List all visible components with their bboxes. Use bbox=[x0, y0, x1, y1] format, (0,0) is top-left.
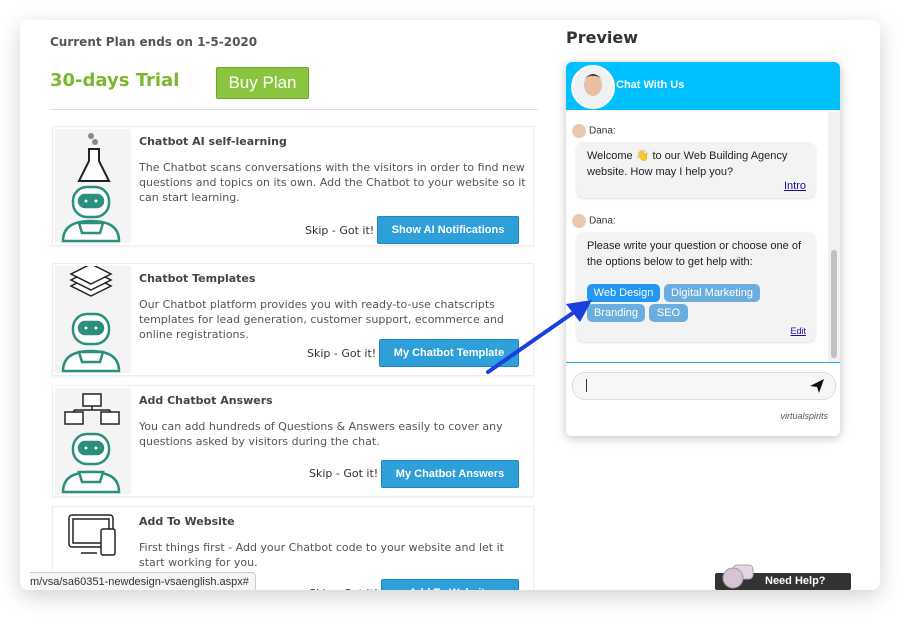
my-chatbot-answers-button[interactable]: My Chatbot Answers bbox=[381, 460, 519, 488]
card-title: Chatbot Templates bbox=[139, 272, 256, 285]
message-text: Please write your question or choose one… bbox=[587, 240, 802, 268]
card-title: Add Chatbot Answers bbox=[139, 394, 273, 407]
chat-messages: Dana: Welcome 👋 to our Web Building Agen… bbox=[566, 112, 828, 362]
message-text: Welcome 👋 to our Web Building Agency web… bbox=[587, 150, 788, 178]
skip-link[interactable]: Skip - Got it! bbox=[309, 587, 378, 590]
option-digital-marketing[interactable]: Digital Marketing bbox=[664, 284, 760, 302]
show-ai-notifications-button[interactable]: Show AI Notifications bbox=[377, 216, 519, 244]
trial-label: 30-days Trial bbox=[50, 70, 180, 91]
skip-link[interactable]: Skip - Got it! bbox=[309, 467, 378, 480]
flask-robot-icon bbox=[55, 129, 131, 243]
buy-plan-button[interactable]: Buy Plan bbox=[216, 67, 309, 99]
onboarding-panel: Current Plan ends on 1-5-2020 30-days Tr… bbox=[30, 20, 540, 590]
preview-title: Preview bbox=[566, 28, 639, 47]
card-description: The Chatbot scans conversations with the… bbox=[139, 161, 526, 204]
layers-robot-icon bbox=[55, 263, 131, 373]
message-sender: Dana: bbox=[572, 214, 616, 228]
card-description: You can add hundreds of Questions & Answ… bbox=[139, 420, 503, 448]
card-description: First things first - Add your Chatbot co… bbox=[139, 541, 504, 569]
brand-label: virtualspirits bbox=[780, 411, 828, 421]
chat-bubbles-icon bbox=[722, 564, 754, 589]
card-description: Our Chatbot platform provides you with r… bbox=[139, 298, 504, 341]
chat-title: Chat With Us bbox=[616, 79, 685, 91]
send-icon[interactable] bbox=[809, 378, 825, 399]
annotation-arrow bbox=[486, 300, 592, 374]
chat-bubble: Welcome 👋 to our Web Building Agency web… bbox=[576, 142, 816, 198]
browser-window: Current Plan ends on 1-5-2020 30-days Tr… bbox=[20, 20, 880, 590]
flowchart-robot-icon bbox=[55, 388, 131, 494]
skip-link[interactable]: Skip - Got it! bbox=[307, 347, 376, 360]
add-to-website-button[interactable]: Add To Website bbox=[381, 579, 519, 590]
input-divider bbox=[566, 362, 840, 363]
sender-avatar bbox=[572, 124, 586, 138]
status-bar-url: m/vsa/sa60351-newdesign-vsaenglish.aspx# bbox=[30, 572, 256, 590]
intro-link[interactable]: Intro bbox=[784, 178, 806, 194]
message-sender: Dana: bbox=[572, 124, 616, 138]
sender-avatar bbox=[572, 214, 586, 228]
chat-scrollbar[interactable] bbox=[828, 112, 840, 362]
card-add-chatbot-answers: Add Chatbot Answers You can add hundreds… bbox=[52, 385, 534, 497]
card-chatbot-templates: Chatbot Templates Our Chatbot platform p… bbox=[52, 263, 534, 376]
card-ai-self-learning: Chatbot AI self-learning The Chatbot sca… bbox=[52, 126, 534, 246]
chat-message-input[interactable] bbox=[572, 372, 836, 400]
need-help-button[interactable]: Need Help? bbox=[715, 564, 851, 590]
chat-widget-preview: Chat With Us Dana: Welcome 👋 to our Web … bbox=[566, 62, 840, 436]
skip-link[interactable]: Skip - Got it! bbox=[305, 224, 374, 237]
scrollbar-thumb[interactable] bbox=[831, 250, 837, 358]
plan-end-date: Current Plan ends on 1-5-2020 bbox=[50, 35, 258, 49]
card-title: Add To Website bbox=[139, 515, 235, 528]
edit-link[interactable]: Edit bbox=[790, 323, 806, 339]
option-seo[interactable]: SEO bbox=[649, 304, 688, 322]
agent-avatar bbox=[571, 65, 615, 109]
divider bbox=[50, 109, 538, 110]
chat-bubble: Please write your question or choose one… bbox=[576, 232, 816, 342]
need-help-label: Need Help? bbox=[765, 575, 826, 587]
card-title: Chatbot AI self-learning bbox=[139, 135, 287, 148]
text-caret bbox=[586, 379, 587, 392]
chat-header: Chat With Us bbox=[566, 62, 840, 110]
